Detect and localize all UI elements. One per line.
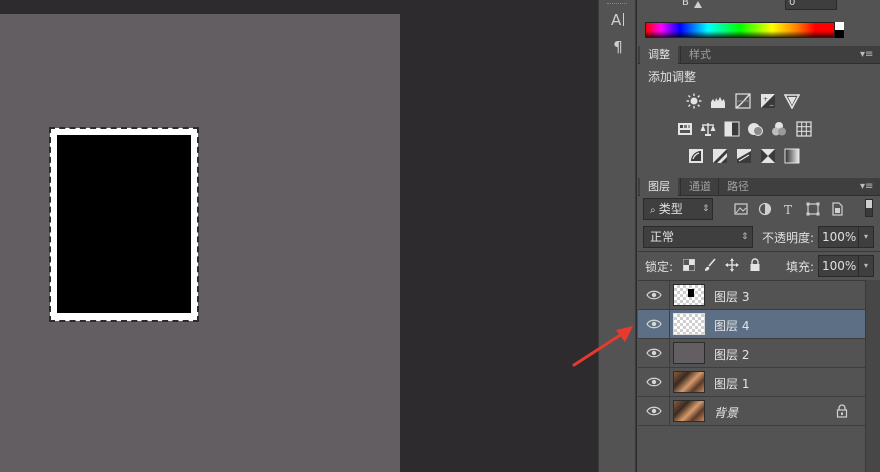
- curves-icon[interactable]: [735, 93, 751, 109]
- invert-icon[interactable]: [688, 148, 704, 164]
- layer-row-selected[interactable]: 图层 4: [638, 310, 865, 339]
- tab-layers[interactable]: 图层: [640, 178, 678, 196]
- paragraph-icon[interactable]: ¶: [608, 37, 628, 57]
- blend-mode-select[interactable]: 正常 ⇕: [643, 226, 753, 248]
- layer-filter-select[interactable]: ⌕ 类型 ⇕: [643, 198, 713, 220]
- tab-channels[interactable]: 通道: [680, 178, 719, 196]
- lock-image-pixels-icon[interactable]: [703, 258, 717, 272]
- strip-grip[interactable]: [607, 0, 627, 4]
- tab-styles[interactable]: 样式: [680, 46, 719, 64]
- layer-separator: [669, 281, 670, 310]
- hue-saturation-icon[interactable]: [677, 121, 693, 137]
- annotation-arrow: [572, 326, 633, 367]
- tab-paths[interactable]: 路径: [718, 178, 757, 196]
- layer-thumbnail[interactable]: [673, 284, 705, 306]
- gradient-map-icon[interactable]: [784, 148, 800, 164]
- eye-visibility-icon[interactable]: [646, 375, 662, 389]
- layer-name[interactable]: 背景: [714, 404, 738, 421]
- layer-name[interactable]: 图层 1: [714, 375, 749, 392]
- color-spectrum-bar[interactable]: [645, 22, 835, 38]
- layer-row[interactable]: 图层 2: [638, 339, 865, 368]
- eye-visibility-icon[interactable]: [646, 346, 662, 360]
- layer-separator: [669, 368, 670, 397]
- color-channel-label: B: [682, 0, 689, 8]
- eye-visibility-icon[interactable]: [646, 317, 662, 331]
- layer-thumbnail[interactable]: [673, 342, 705, 364]
- channel-mixer-icon[interactable]: [771, 121, 787, 137]
- layers-list-empty-area: [638, 428, 865, 472]
- opacity-field[interactable]: 100% ▾: [818, 226, 874, 248]
- black-white-icon[interactable]: [724, 121, 740, 137]
- vibrance-icon[interactable]: [784, 93, 800, 109]
- layer-separator: [669, 397, 670, 426]
- layer-filter-label: 类型: [658, 202, 683, 216]
- svg-text:T: T: [784, 203, 792, 216]
- svg-text:+: +: [763, 96, 768, 103]
- layer-separator: [669, 339, 670, 368]
- layer-row[interactable]: 背景: [638, 397, 865, 426]
- layers-tabbar: 图层 通道 路径 ▾≡: [638, 178, 880, 196]
- fill-label: 填充:: [786, 260, 815, 274]
- adjustments-panel-menu-icon[interactable]: ▾≡: [860, 46, 873, 64]
- exposure-icon[interactable]: +−: [760, 93, 776, 109]
- opacity-value: 100%: [822, 230, 857, 244]
- lock-position-icon[interactable]: [725, 258, 739, 272]
- opacity-label: 不透明度:: [762, 231, 815, 245]
- color-slider-thumb[interactable]: [694, 1, 702, 8]
- layer-name[interactable]: 图层 3: [714, 288, 749, 305]
- updown-arrow-icon: ⇕: [741, 232, 749, 242]
- posterize-icon[interactable]: [712, 148, 728, 164]
- filter-type-layer-icon[interactable]: T: [782, 202, 796, 216]
- filter-smart-object-icon[interactable]: [830, 202, 844, 216]
- svg-text:−: −: [769, 102, 774, 109]
- svg-text:A: A: [611, 11, 622, 29]
- photo-filter-icon[interactable]: [747, 121, 763, 137]
- color-balance-icon[interactable]: [700, 121, 716, 137]
- layers-panel-menu-icon[interactable]: ▾≡: [860, 178, 873, 196]
- tab-adjustments[interactable]: 调整: [640, 46, 678, 64]
- levels-icon[interactable]: [710, 93, 726, 109]
- layer-thumbnail[interactable]: [673, 313, 705, 335]
- layer-name[interactable]: 图层 4: [714, 317, 749, 334]
- threshold-icon[interactable]: [736, 148, 752, 164]
- layer-row[interactable]: 图层 3: [638, 281, 865, 310]
- adjustments-tabbar: 调整 样式 ▾≡: [638, 46, 880, 64]
- layer-name[interactable]: 图层 2: [714, 346, 749, 363]
- layer-row[interactable]: 图层 1: [638, 368, 865, 397]
- color-channel-value-field[interactable]: 0: [785, 0, 837, 10]
- lock-transparent-pixels-icon[interactable]: [683, 259, 695, 271]
- selective-color-icon[interactable]: [760, 148, 776, 164]
- layer-thumbnail[interactable]: [673, 400, 705, 422]
- blend-mode-value: 正常: [650, 230, 675, 244]
- eye-visibility-icon[interactable]: [646, 288, 662, 302]
- filter-toggle-switch[interactable]: [865, 199, 873, 217]
- char-style-icon[interactable]: A: [608, 9, 628, 29]
- brightness-contrast-icon[interactable]: [686, 93, 702, 109]
- lock-label: 锁定:: [645, 260, 674, 274]
- eye-visibility-icon[interactable]: [646, 404, 662, 418]
- updown-arrow-icon: ⇕: [702, 204, 710, 214]
- thumbnail-shape: [688, 289, 694, 297]
- search-icon: ⌕: [650, 205, 659, 216]
- fill-field[interactable]: 100% ▾: [818, 255, 874, 277]
- stamp-black-fill: [57, 135, 191, 313]
- lock-all-icon[interactable]: [749, 258, 761, 272]
- layer-thumbnail[interactable]: [673, 371, 705, 393]
- chevron-down-icon[interactable]: ▾: [858, 227, 873, 247]
- lock-icon: [836, 404, 848, 418]
- adjustments-title: 添加调整: [648, 70, 697, 84]
- panel-divider: [638, 251, 880, 252]
- filter-pixel-layer-icon[interactable]: [734, 202, 748, 216]
- layers-scrollbar[interactable]: [865, 280, 880, 472]
- layer-separator: [669, 310, 670, 339]
- filter-adjustment-layer-icon[interactable]: [758, 202, 772, 216]
- filter-shape-layer-icon[interactable]: [806, 202, 820, 216]
- color-lookup-icon[interactable]: [796, 121, 812, 137]
- chevron-down-icon[interactable]: ▾: [858, 256, 873, 276]
- white-swatch[interactable]: [835, 22, 844, 30]
- fill-value: 100%: [822, 259, 857, 273]
- black-swatch[interactable]: [835, 30, 844, 38]
- collapsed-panel-strip: [598, 0, 636, 472]
